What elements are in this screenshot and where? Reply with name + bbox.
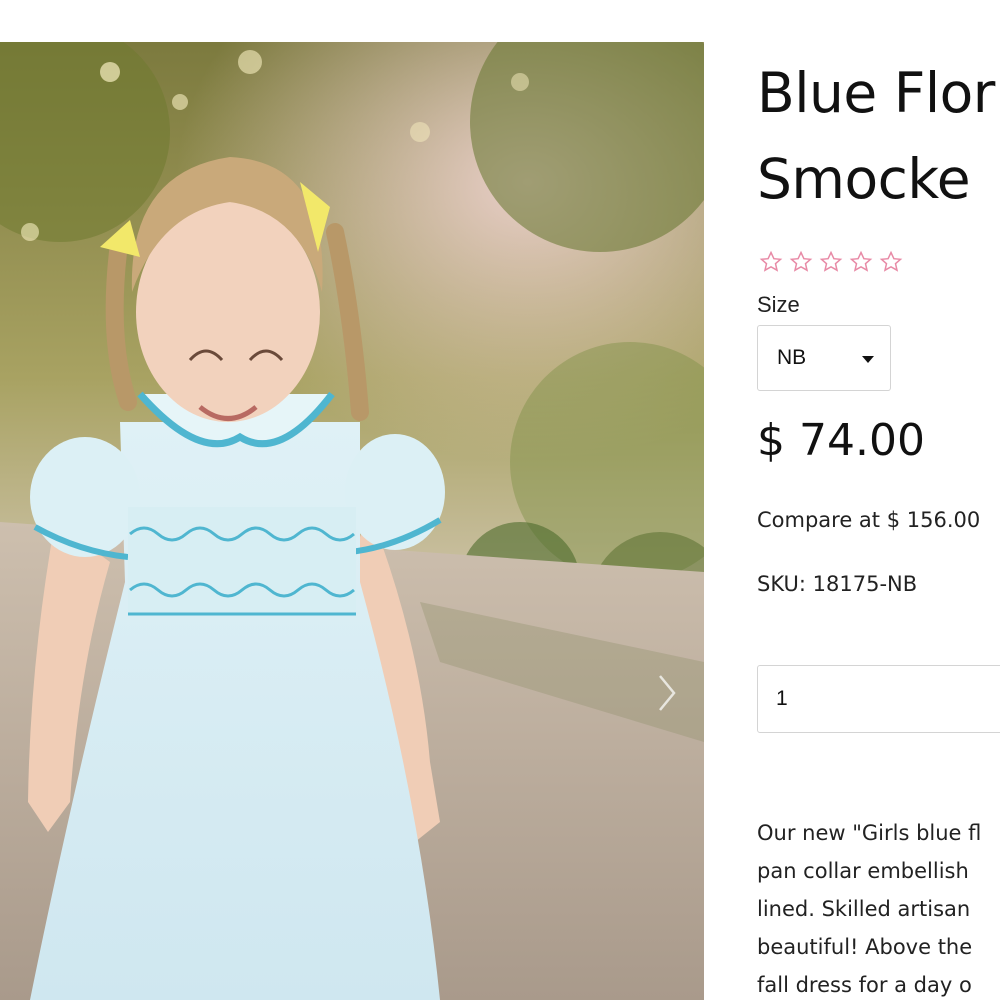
description-line: beautiful! Above the [757,935,973,959]
description-line: fall dress for a day o [757,973,972,997]
product-price: $ 74.00 [757,415,925,466]
description-line: lined. Skilled artisan [757,897,971,921]
chevron-right-icon[interactable] [652,670,682,716]
rating-stars[interactable] [759,250,903,274]
product-sku: SKU: 18175-NB [757,572,918,596]
description-line: pan collar embellish [757,859,969,883]
caret-down-icon [862,356,874,363]
size-select-value: NB [777,346,807,369]
quantity-input[interactable] [757,665,1000,733]
size-select[interactable]: NB [757,325,891,391]
size-label: Size [757,292,800,317]
star-icon[interactable] [819,250,843,274]
product-image[interactable] [0,42,704,1000]
product-info: Blue Flor Smocke Size NB $ 74.00 Compare… [757,0,1000,1000]
product-title: Blue Flor Smocke [757,50,1000,222]
star-icon[interactable] [789,250,813,274]
star-icon[interactable] [879,250,903,274]
product-title-line: Blue Flor [757,61,995,125]
product-title-line: Smocke [757,147,971,211]
star-icon[interactable] [759,250,783,274]
product-description: Our new "Girls blue fl pan collar embell… [757,814,1000,1000]
description-line: Our new "Girls blue fl [757,821,982,845]
compare-at-price: Compare at $ 156.00 [757,508,981,532]
star-icon[interactable] [849,250,873,274]
